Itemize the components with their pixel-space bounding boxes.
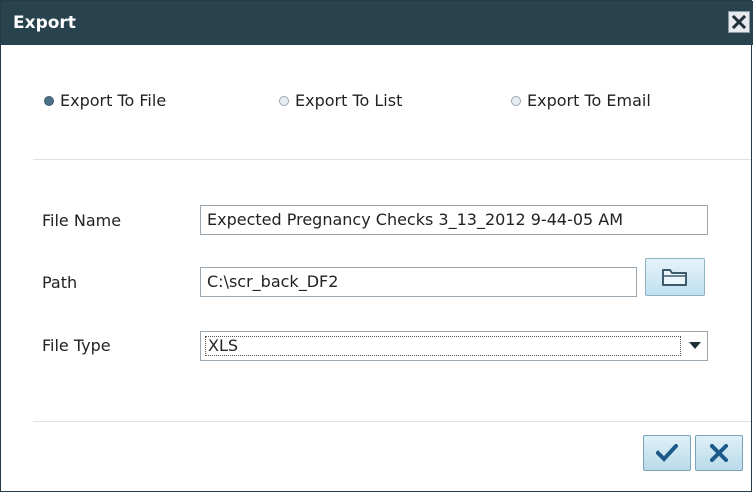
checkmark-icon bbox=[656, 444, 678, 462]
close-button[interactable] bbox=[728, 11, 750, 33]
close-x-icon bbox=[710, 444, 728, 462]
path-field[interactable]: C:\scr_back_DF2 bbox=[200, 267, 637, 297]
radio-button[interactable] bbox=[511, 95, 521, 106]
path-label: Path bbox=[42, 273, 78, 292]
dropdown-arrow-button[interactable] bbox=[685, 335, 705, 357]
radio-label-export-to-list: Export To List bbox=[295, 91, 403, 110]
file-name-label: File Name bbox=[42, 211, 122, 230]
radio-label-export-to-email: Export To Email bbox=[527, 91, 651, 110]
radio-export-to-list[interactable]: Export To List bbox=[279, 91, 402, 110]
dialog-body: Export To File Export To List Export To … bbox=[11, 45, 753, 493]
export-dialog: Export Export To File Export To List Exp… bbox=[0, 0, 753, 493]
cancel-button[interactable] bbox=[695, 435, 743, 471]
radio-export-to-email[interactable]: Export To Email bbox=[511, 91, 651, 110]
radio-export-to-file[interactable]: Export To File bbox=[44, 91, 166, 110]
radio-label-export-to-file: Export To File bbox=[60, 91, 167, 110]
close-x-icon bbox=[732, 15, 746, 29]
browse-folder-button[interactable] bbox=[645, 258, 705, 296]
title-bar[interactable]: Export bbox=[1, 1, 753, 45]
divider-bottom bbox=[33, 421, 751, 422]
file-type-label: File Type bbox=[42, 336, 111, 355]
radio-button-selected[interactable] bbox=[44, 95, 54, 106]
dialog-title: Export bbox=[13, 13, 76, 33]
file-type-select[interactable]: XLS bbox=[200, 331, 708, 361]
file-name-field[interactable]: Expected Pregnancy Checks 3_13_2012 9-44… bbox=[200, 205, 708, 235]
file-type-value: XLS bbox=[205, 336, 681, 356]
folder-icon bbox=[662, 269, 687, 286]
radio-button[interactable] bbox=[279, 95, 289, 106]
divider-top bbox=[33, 159, 751, 160]
ok-button[interactable] bbox=[643, 435, 691, 471]
chevron-down-icon bbox=[689, 342, 701, 349]
export-target-group: Export To File Export To List Export To … bbox=[11, 91, 753, 115]
